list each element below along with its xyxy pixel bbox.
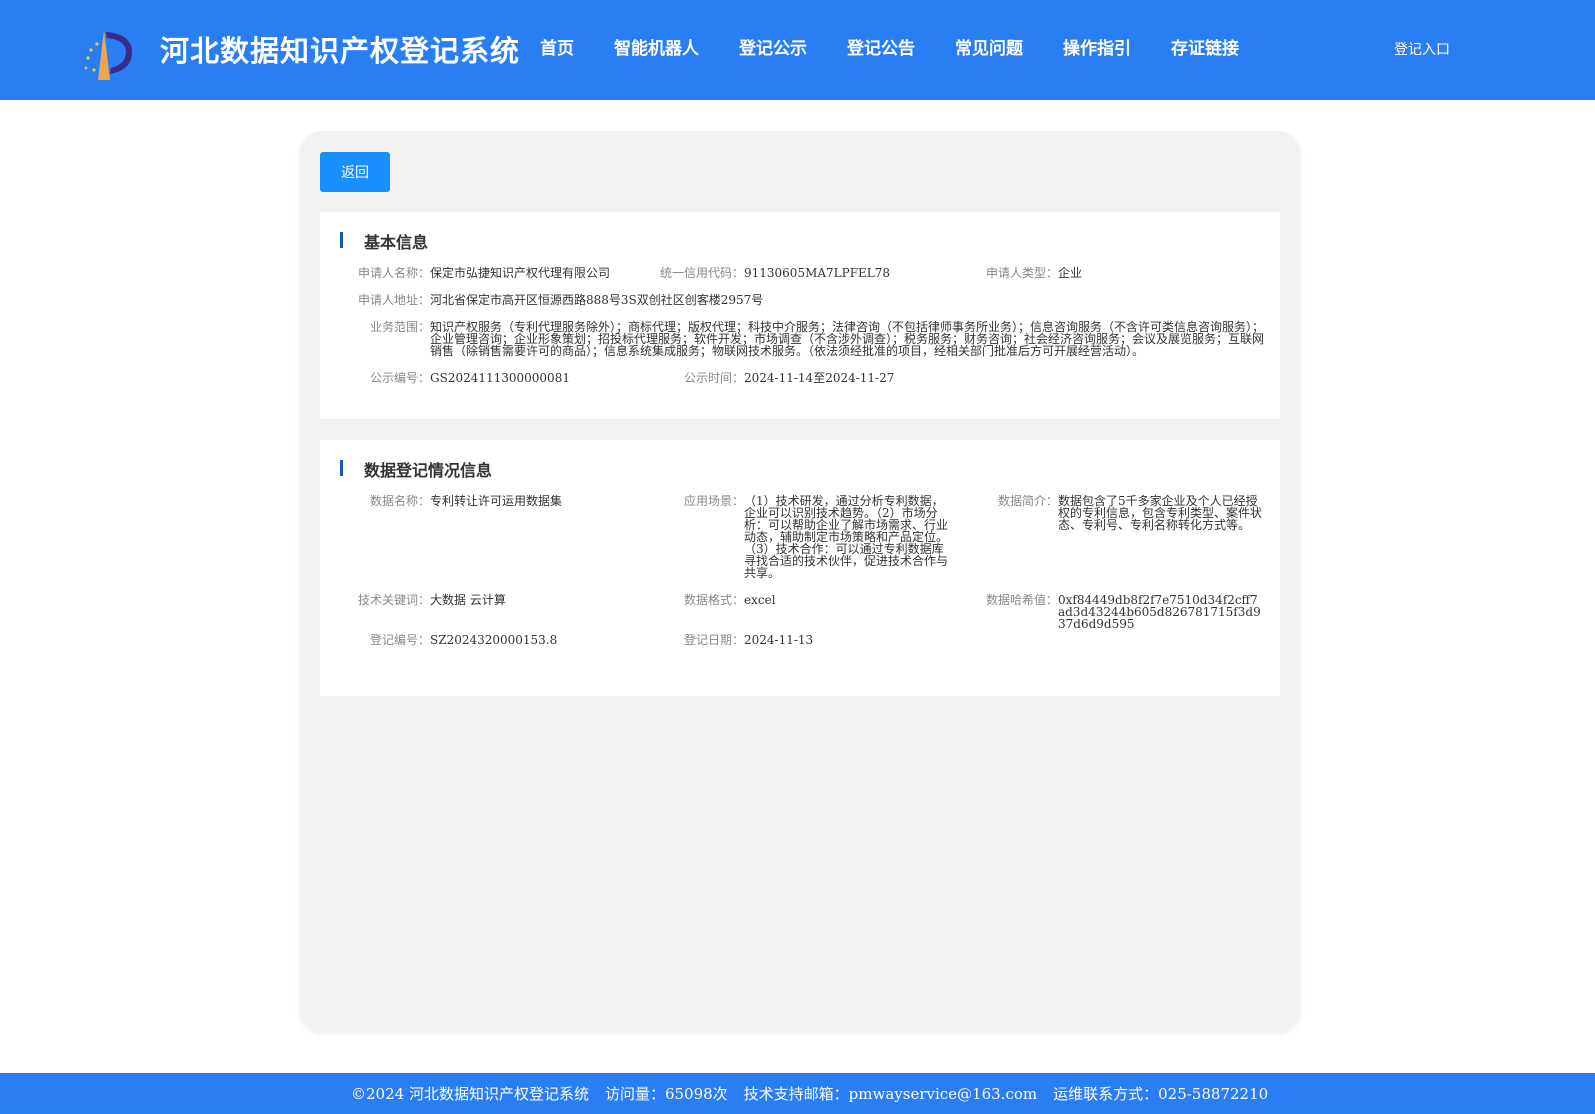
credit-code-value: 91130605MA7LPFEL78 (744, 266, 891, 280)
login-link[interactable]: 登记入口 (1394, 39, 1450, 59)
applicant-type-value: 企业 (1058, 266, 1083, 280)
format-value: excel (744, 593, 776, 607)
main-nav: 首页 智能机器人 登记公示 登记公告 常见问题 操作指引 存证链接 (540, 34, 1279, 59)
section-title-basic: 基本信息 (340, 229, 428, 253)
nav-announcement[interactable]: 登记公告 (847, 34, 915, 59)
keywords-value: 大数据 云计算 (430, 593, 506, 607)
nav-home[interactable]: 首页 (540, 34, 574, 59)
field-notice-time: 公示时间： 2024-11-14至2024-11-27 (683, 371, 895, 385)
footer-email: 技术支持邮箱：pmwayservice@163.com (743, 1085, 1038, 1103)
field-data-name: 数据名称： 专利转让许可运用数据集 (369, 494, 563, 508)
field-hash: 数据哈希值： 0xf84449db8f2f7e7510d34f2cff7ad3d… (985, 593, 1261, 631)
field-address: 申请人地址： 河北省保定市高开区恒源西路888号3S双创社区创客楼2957号 (358, 293, 764, 307)
nav-guide[interactable]: 操作指引 (1063, 34, 1131, 59)
business-scope-value: 知识产权服务（专利代理服务除外）；商标代理；版权代理；科技中介服务；法律咨询（不… (430, 320, 1265, 358)
footer: ©2024 河北数据知识产权登记系统 访问量：65098次 技术支持邮箱：pmw… (0, 1073, 1595, 1114)
field-keywords: 技术关键词： 大数据 云计算 (358, 593, 506, 607)
section-title-data: 数据登记情况信息 (340, 457, 492, 481)
summary-value: 数据包含了5千多家企业及个人已经授权的专利信息，包含专利类型、案件状态、专利号、… (1058, 494, 1263, 532)
field-scenario: 应用场景： （1）技术研发，通过分析专利数据，企业可以识别技术趋势。（2）市场分… (683, 494, 949, 580)
site-title: 河北数据知识产权登记系统 (160, 34, 521, 68)
address-value: 河北省保定市高开区恒源西路888号3S双创社区创客楼2957号 (430, 293, 764, 307)
reg-no-value: SZ2024320000153.8 (430, 633, 558, 647)
field-reg-date: 登记日期： 2024-11-13 (683, 633, 814, 647)
applicant-name-value: 保定市弘捷知识产权代理有限公司 (430, 266, 611, 280)
basic-info-section: 基本信息 申请人名称： 保定市弘捷知识产权代理有限公司 统一信用代码： 9113… (320, 212, 1280, 419)
reg-date-value: 2024-11-13 (744, 633, 814, 647)
field-applicant-type: 申请人类型： 企业 (985, 266, 1083, 280)
field-credit-code: 统一信用代码： 91130605MA7LPFEL78 (659, 266, 891, 280)
nav-evidence-link[interactable]: 存证链接 (1171, 34, 1239, 59)
data-registration-section: 数据登记情况信息 数据名称： 专利转让许可运用数据集 应用场景： （1）技术研发… (320, 440, 1280, 696)
data-name-value: 专利转让许可运用数据集 (430, 494, 563, 508)
notice-no-value: GS2024111300000081 (430, 371, 570, 385)
footer-copyright: ©2024 河北数据知识产权登记系统 (351, 1085, 589, 1103)
hash-value: 0xf84449db8f2f7e7510d34f2cff7ad3d43244b6… (1058, 593, 1261, 631)
nav-publicity[interactable]: 登记公示 (739, 34, 807, 59)
field-summary: 数据简介： 数据包含了5千多家企业及个人已经授权的专利信息，包含专利类型、案件状… (997, 494, 1263, 532)
field-applicant-name: 申请人名称： 保定市弘捷知识产权代理有限公司 (358, 266, 611, 280)
footer-phone: 运维联系方式：025-58872210 (1053, 1085, 1269, 1103)
nav-robot[interactable]: 智能机器人 (614, 34, 699, 59)
footer-visits: 访问量：65098次 (604, 1085, 728, 1103)
field-format: 数据格式： excel (683, 593, 776, 607)
scenario-value: （1）技术研发，通过分析专利数据，企业可以识别技术趋势。（2）市场分析：可以帮助… (744, 494, 949, 580)
detail-card: 返回 基本信息 申请人名称： 保定市弘捷知识产权代理有限公司 统一信用代码： 9… (300, 131, 1300, 1031)
nav-faq[interactable]: 常见问题 (955, 34, 1023, 59)
field-notice-no: 公示编号： GS2024111300000081 (369, 371, 570, 385)
field-business-scope: 业务范围： 知识产权服务（专利代理服务除外）；商标代理；版权代理；科技中介服务；… (358, 321, 1272, 357)
logo-icon (84, 30, 132, 80)
field-reg-no: 登记编号： SZ2024320000153.8 (369, 633, 558, 647)
back-button[interactable]: 返回 (320, 152, 390, 192)
notice-time-value: 2024-11-14至2024-11-27 (744, 371, 895, 385)
top-header: 河北数据知识产权登记系统 首页 智能机器人 登记公示 登记公告 常见问题 操作指… (0, 0, 1595, 100)
